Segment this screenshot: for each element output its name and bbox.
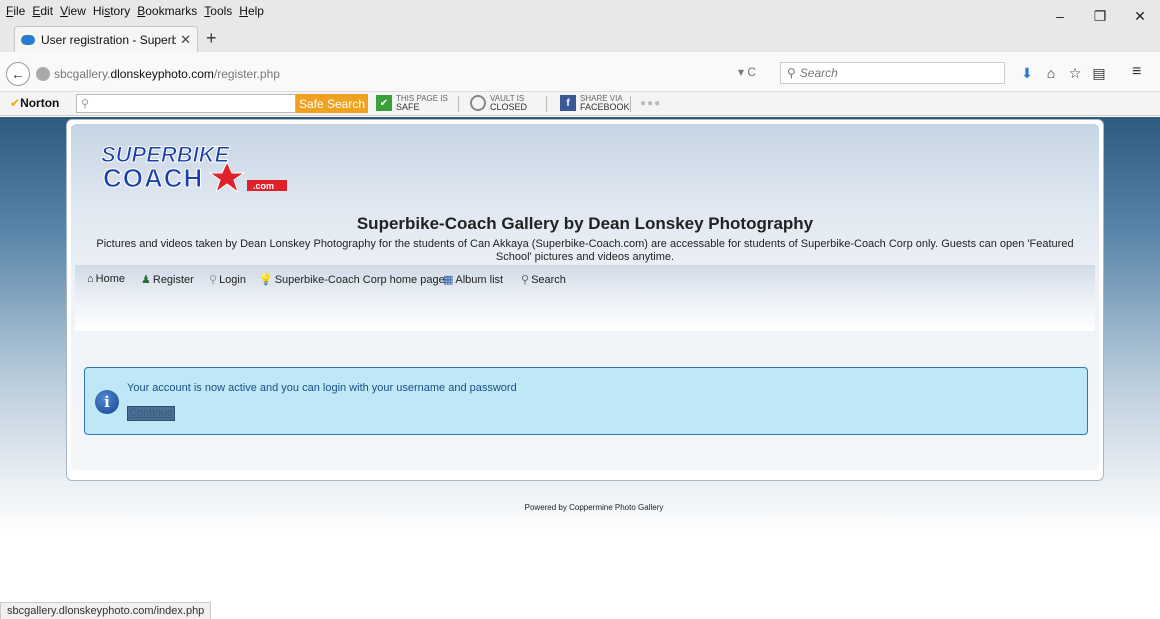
vault-status[interactable]: VAULT IS CLOSED <box>470 94 527 112</box>
share-facebook[interactable]: f SHARE VIA FACEBOOK <box>560 94 630 112</box>
menu-history[interactable]: History <box>93 4 130 18</box>
menu-hamburger-icon[interactable]: ≡ <box>1132 63 1141 81</box>
restore-button[interactable]: ❐ <box>1080 0 1120 32</box>
safe-check-icon: ✔ <box>376 95 392 111</box>
tab-strip: User registration - Superbi... ✕ + <box>0 22 1160 52</box>
toolbar-icons: ⬇ ⌂ ☆ ▤ <box>1015 65 1111 82</box>
toolbar-separator <box>546 96 547 112</box>
search-input[interactable]: ⚲ Search <box>780 62 1005 84</box>
reload-icon[interactable]: ▾ C <box>738 65 756 79</box>
url-text: sbcgallery.dlonskeyphoto.com/register.ph… <box>54 67 280 81</box>
bookmark-star-icon[interactable]: ☆ <box>1063 65 1087 82</box>
info-icon: i <box>95 390 119 414</box>
navigation-bar: ← sbcgallery.dlonskeyphoto.com/register.… <box>0 52 1160 92</box>
reading-list-icon[interactable]: ▤ <box>1087 65 1111 82</box>
menu-edit[interactable]: Edit <box>32 4 53 18</box>
lightbulb-icon: 💡 <box>259 274 273 286</box>
site-favicon-icon <box>21 34 35 45</box>
nav-home-link[interactable]: ⌂ Home <box>87 273 125 285</box>
back-arrow-icon: ← <box>11 66 25 82</box>
search-icon: ⚲ <box>787 66 796 80</box>
menu-bar: File Edit View History Bookmarks Tools H… <box>0 0 1160 22</box>
nav-corp-homepage-link[interactable]: 💡 Superbike-Coach Corp home page <box>259 273 445 287</box>
norton-search-icon: ⚲ <box>81 98 90 110</box>
menu-view[interactable]: View <box>60 4 86 18</box>
page-container: SUPERBIKE COACH .com Superbike-Coach Gal… <box>66 119 1104 481</box>
norton-logo: ✔Norton <box>10 96 60 110</box>
gallery-nav: ⌂ Home ♟ Register ⚲ Login 💡 Superbike-Coach … <box>75 265 1095 331</box>
window-controls: – ❐ ✕ <box>1040 0 1160 32</box>
safe-search-button[interactable]: Safe Search <box>296 94 368 113</box>
norton-toolbar: ✔Norton ⚲ Safe Search ✔ THIS PAGE IS SAFE… <box>0 92 1160 116</box>
powered-by-footer[interactable]: Powered by Coppermine Photo Gallery <box>0 503 1160 512</box>
nav-album-list-link[interactable]: ▦ Album list <box>443 273 503 287</box>
account-active-message-box: i Your account is now active and you can… <box>84 367 1088 435</box>
nav-login-link[interactable]: ⚲ Login <box>209 273 246 287</box>
toolbar-separator <box>630 96 631 112</box>
page-safe-indicator[interactable]: ✔ THIS PAGE IS SAFE <box>376 94 448 112</box>
search-icon: ⚲ <box>521 274 530 286</box>
facebook-icon: f <box>560 95 576 111</box>
superbike-coach-logo[interactable]: SUPERBIKE COACH .com <box>97 140 289 194</box>
more-dots-icon[interactable]: ●●● <box>640 98 661 109</box>
search-placeholder: Search <box>799 66 838 80</box>
tab-close-icon[interactable]: ✕ <box>180 32 191 48</box>
norton-check-icon: ✔ <box>10 96 21 110</box>
logo-text-coach: COACH <box>103 163 203 193</box>
menu-help[interactable]: Help <box>239 4 264 18</box>
site-identity-icon[interactable] <box>36 67 50 81</box>
menu-tools[interactable]: Tools <box>204 4 232 18</box>
toolbar-separator <box>458 96 459 112</box>
status-bar-url: sbcgallery.dlonskeyphoto.com/index.php <box>0 602 212 619</box>
home-icon: ⌂ <box>87 273 94 285</box>
menu-file[interactable]: File <box>6 4 25 18</box>
new-tab-button[interactable]: + <box>206 28 217 49</box>
nav-search-link[interactable]: ⚲ Search <box>521 273 566 287</box>
minimize-button[interactable]: – <box>1040 0 1080 32</box>
page-header-panel: SUPERBIKE COACH .com Superbike-Coach Gal… <box>71 124 1099 470</box>
logo-text-com: .com <box>253 181 274 191</box>
back-button[interactable]: ← <box>6 62 30 86</box>
continue-button[interactable]: Continue <box>127 406 176 421</box>
login-key-icon: ⚲ <box>209 274 218 286</box>
gallery-description: Pictures and videos taken by Dean Lonske… <box>96 238 1074 263</box>
gallery-title: Superbike-Coach Gallery by Dean Lonskey … <box>356 214 814 233</box>
album-list-icon: ▦ <box>443 274 454 286</box>
vault-icon <box>470 95 486 111</box>
info-message-text: Your account is now active and you can l… <box>127 382 517 394</box>
address-bar[interactable]: sbcgallery.dlonskeyphoto.com/register.ph… <box>30 64 770 84</box>
nav-register-link[interactable]: ♟ Register <box>141 273 194 287</box>
register-user-icon: ♟ <box>141 274 151 286</box>
norton-search-input[interactable]: ⚲ <box>76 94 296 113</box>
home-icon[interactable]: ⌂ <box>1039 65 1063 82</box>
tab-user-registration[interactable]: User registration - Superbi... ✕ <box>14 26 198 52</box>
tab-title: User registration - Superbi... <box>41 32 177 47</box>
close-window-button[interactable]: ✕ <box>1120 0 1160 32</box>
web-page: SUPERBIKE COACH .com Superbike-Coach Gal… <box>0 117 1160 602</box>
downloads-icon[interactable]: ⬇ <box>1015 65 1039 82</box>
menu-bookmarks[interactable]: Bookmarks <box>137 4 197 18</box>
